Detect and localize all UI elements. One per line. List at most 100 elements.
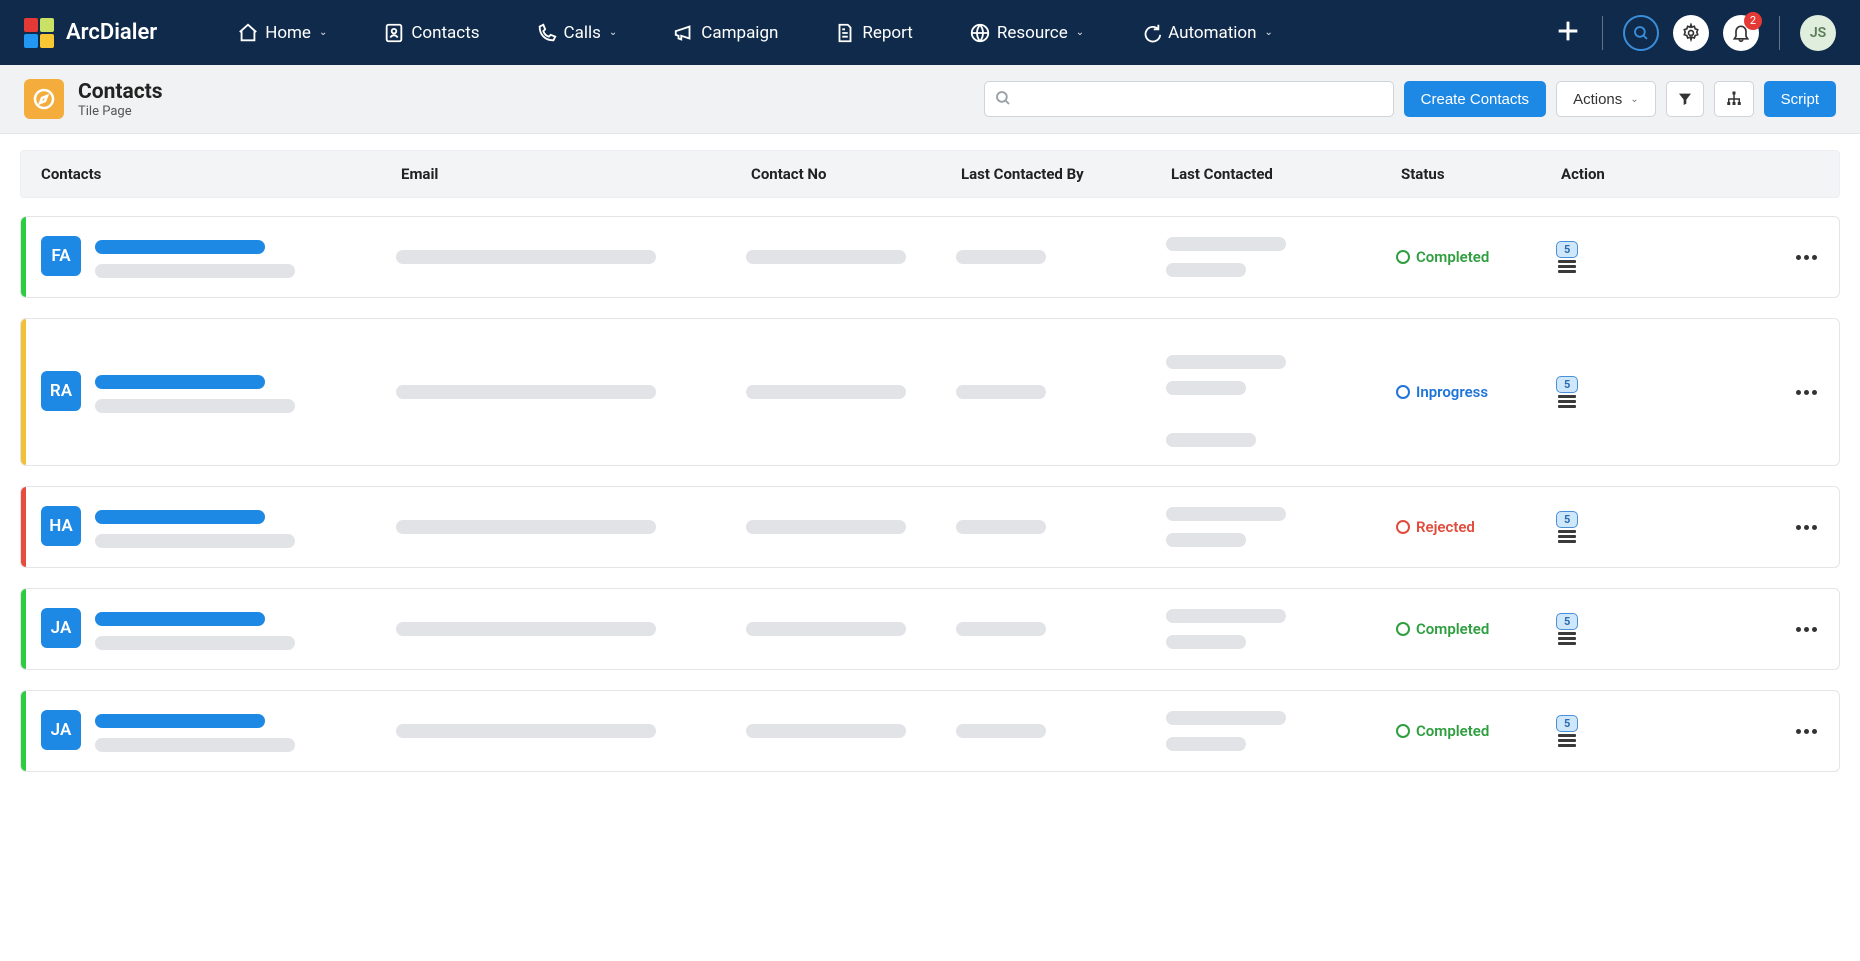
add-button[interactable] bbox=[1554, 17, 1582, 49]
search-icon bbox=[994, 89, 1012, 107]
notifications-button[interactable]: 2 bbox=[1723, 15, 1759, 51]
more-actions-button[interactable] bbox=[1796, 627, 1817, 632]
nav-campaign[interactable]: Campaign bbox=[673, 22, 778, 44]
search-input[interactable] bbox=[984, 81, 1394, 117]
chevron-down-icon: ⌄ bbox=[319, 27, 327, 38]
table-row[interactable]: JACompleted5 bbox=[20, 588, 1840, 670]
lastcontacted-placeholder bbox=[1166, 533, 1246, 547]
contact-sub-placeholder bbox=[95, 399, 295, 413]
brand-block[interactable]: ArcDialer bbox=[24, 18, 157, 48]
row-body: JACompleted5 bbox=[26, 589, 1860, 669]
filter-icon bbox=[1677, 91, 1693, 107]
stack-icon bbox=[1558, 734, 1576, 747]
contactno-placeholder bbox=[746, 250, 906, 264]
lastcontacted-placeholder bbox=[1166, 381, 1246, 395]
status-label: Completed bbox=[1416, 248, 1489, 266]
create-label: Create Contacts bbox=[1421, 91, 1529, 108]
col-last-contacted: Last Contacted bbox=[1171, 165, 1401, 183]
hierarchy-button[interactable] bbox=[1714, 81, 1754, 117]
queue-action-button[interactable]: 5 bbox=[1556, 376, 1578, 408]
notification-badge: 2 bbox=[1744, 12, 1762, 30]
contact-sub-placeholder bbox=[95, 264, 295, 278]
contactno-placeholder bbox=[746, 622, 906, 636]
home-icon bbox=[237, 22, 259, 44]
nav-calls[interactable]: Calls ⌄ bbox=[536, 22, 618, 44]
status-cell: Rejected bbox=[1396, 518, 1556, 536]
lastcontacted-placeholder bbox=[1166, 433, 1256, 447]
script-button[interactable]: Script bbox=[1764, 81, 1836, 117]
more-actions-button[interactable] bbox=[1796, 525, 1817, 530]
brand-name: ArcDialer bbox=[66, 20, 157, 45]
nav-home[interactable]: Home ⌄ bbox=[237, 22, 327, 44]
lastby-placeholder bbox=[956, 250, 1046, 264]
contact-name-placeholder bbox=[95, 714, 265, 728]
separator bbox=[1602, 16, 1603, 50]
table-row[interactable]: HARejected5 bbox=[20, 486, 1840, 568]
contact-name-placeholder bbox=[95, 612, 265, 626]
more-actions-button[interactable] bbox=[1796, 729, 1817, 734]
status-label: Completed bbox=[1416, 722, 1489, 740]
automation-icon bbox=[1140, 22, 1162, 44]
create-contacts-button[interactable]: Create Contacts bbox=[1404, 81, 1546, 117]
table-row[interactable]: RA Inprogress 5 bbox=[20, 318, 1840, 466]
megaphone-icon bbox=[673, 22, 695, 44]
chevron-down-icon: ⌄ bbox=[609, 27, 617, 38]
page-subheader: Contacts Tile Page Create Contacts Actio… bbox=[0, 65, 1860, 134]
email-placeholder bbox=[396, 520, 656, 534]
user-avatar[interactable]: JS bbox=[1800, 15, 1836, 51]
nav-report-label: Report bbox=[862, 23, 912, 43]
stack-icon bbox=[1558, 632, 1576, 645]
queue-action-button[interactable]: 5 bbox=[1556, 241, 1578, 273]
lastcontacted-placeholder bbox=[1166, 635, 1246, 649]
row-body: RA Inprogress 5 bbox=[26, 319, 1860, 465]
nav-report[interactable]: Report bbox=[834, 22, 912, 44]
actions-dropdown[interactable]: Actions ⌄ bbox=[1556, 81, 1656, 117]
global-search-button[interactable] bbox=[1623, 15, 1659, 51]
top-nav: ArcDialer Home ⌄ Contacts Calls ⌄ Campai… bbox=[0, 0, 1860, 65]
contactno-placeholder bbox=[746, 385, 906, 399]
contact-sub-placeholder bbox=[95, 534, 295, 548]
stack-icon bbox=[1558, 260, 1576, 273]
lastcontacted-placeholder bbox=[1166, 263, 1246, 277]
nav-items: Home ⌄ Contacts Calls ⌄ Campaign Report … bbox=[237, 22, 1554, 44]
email-placeholder bbox=[396, 724, 656, 738]
status-label: Inprogress bbox=[1416, 383, 1488, 401]
nav-calls-label: Calls bbox=[564, 23, 601, 43]
contact-name-placeholder bbox=[95, 375, 265, 389]
logo-icon bbox=[24, 18, 54, 48]
nav-automation[interactable]: Automation ⌄ bbox=[1140, 22, 1273, 44]
contacts-icon bbox=[383, 22, 405, 44]
nav-contacts[interactable]: Contacts bbox=[383, 22, 479, 44]
contact-avatar: FA bbox=[41, 236, 81, 276]
more-actions-button[interactable] bbox=[1796, 255, 1817, 260]
col-action: Action bbox=[1561, 165, 1761, 183]
queue-count-badge: 5 bbox=[1556, 715, 1578, 732]
filter-button[interactable] bbox=[1666, 81, 1704, 117]
queue-action-button[interactable]: 5 bbox=[1556, 613, 1578, 645]
table-row[interactable]: FA Completed 5 bbox=[20, 216, 1840, 298]
status-ring-icon bbox=[1396, 250, 1410, 264]
status-ring-icon bbox=[1396, 622, 1410, 636]
table-row[interactable]: JACompleted5 bbox=[20, 690, 1840, 772]
queue-action-button[interactable]: 5 bbox=[1556, 715, 1578, 747]
email-placeholder bbox=[396, 385, 656, 399]
contact-name-placeholder bbox=[95, 240, 265, 254]
status-cell: Completed bbox=[1396, 722, 1556, 740]
status-cell: Inprogress bbox=[1396, 383, 1556, 401]
settings-button[interactable] bbox=[1673, 15, 1709, 51]
lastby-placeholder bbox=[956, 385, 1046, 399]
col-status: Status bbox=[1401, 165, 1561, 183]
nav-contacts-label: Contacts bbox=[411, 23, 479, 43]
table-area: Contacts Email Contact No Last Contacted… bbox=[0, 134, 1860, 822]
contact-avatar: RA bbox=[41, 371, 81, 411]
more-actions-button[interactable] bbox=[1796, 390, 1817, 395]
page-title: Contacts bbox=[78, 80, 163, 104]
status-cell: Completed bbox=[1396, 620, 1556, 638]
nav-resource[interactable]: Resource ⌄ bbox=[969, 22, 1084, 44]
queue-action-button[interactable]: 5 bbox=[1556, 511, 1578, 543]
col-contacts: Contacts bbox=[41, 165, 401, 183]
table-header: Contacts Email Contact No Last Contacted… bbox=[20, 150, 1840, 198]
nav-right: 2 JS bbox=[1554, 15, 1836, 51]
actions-label: Actions bbox=[1573, 91, 1622, 108]
gear-icon bbox=[1681, 23, 1701, 43]
